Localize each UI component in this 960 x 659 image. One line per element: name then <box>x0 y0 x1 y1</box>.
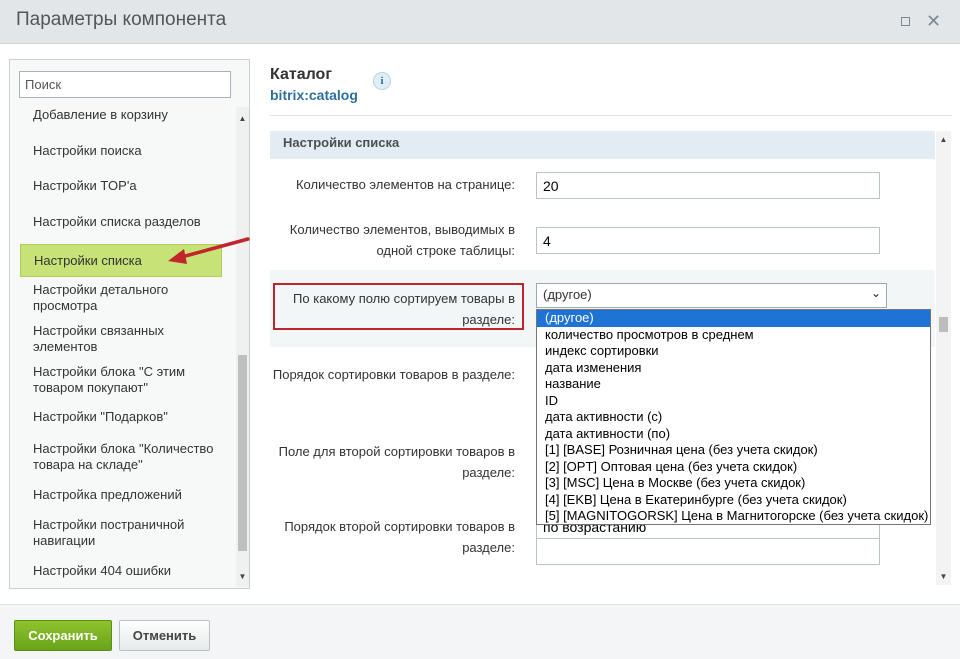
header-divider <box>270 115 952 116</box>
dropdown-option[interactable]: [3] [MSC] Цена в Москве (без учета скидо… <box>537 475 930 492</box>
dropdown-option[interactable]: (другое) <box>537 310 930 327</box>
sidebar-item-gifts[interactable]: Настройки "Подарков" <box>20 409 222 425</box>
sidebar-item-offers[interactable]: Настройка предложений <box>20 487 222 503</box>
sidebar-item-stock[interactable]: Настройки блока "Количество товара на ск… <box>20 441 222 473</box>
sidebar-list: Добавление в корзину Настройки поиска На… <box>10 107 236 587</box>
panel-scroll-up-icon[interactable]: ▲ <box>936 134 951 146</box>
sidebar-item-section-list[interactable]: Настройки списка разделов <box>20 214 222 230</box>
search-input[interactable] <box>19 71 231 98</box>
sort-order2-label: Порядок второй сортировки товаров в разд… <box>284 519 515 555</box>
dropdown-option[interactable]: [2] [OPT] Оптовая цена (без учета скидок… <box>537 459 930 476</box>
dropdown-option[interactable]: название <box>537 376 930 393</box>
dropdown-option[interactable]: ID <box>537 393 930 410</box>
sidebar-scroll-thumb[interactable] <box>238 355 247 551</box>
line-count-label: Количество элементов, выводимых в одной … <box>289 222 515 258</box>
sort-field-label: По какому полю сортируем товары в раздел… <box>293 291 515 327</box>
dropdown-option[interactable]: количество просмотров в среднем <box>537 327 930 344</box>
sidebar-item-pagination[interactable]: Настройки постраничной навигации <box>20 517 222 549</box>
component-code: bitrix:catalog <box>270 87 358 103</box>
sidebar-item-search[interactable]: Настройки поиска <box>20 143 222 159</box>
close-icon[interactable]: ✕ <box>926 12 941 30</box>
sidebar-item-404[interactable]: Настройки 404 ошибки <box>20 563 222 579</box>
sidebar-item-also-bought[interactable]: Настройки блока "С этим товаром покупают… <box>20 364 222 396</box>
dropdown-option[interactable]: дата изменения <box>537 360 930 377</box>
panel-scrollbar[interactable]: ▲ ▼ <box>936 131 951 585</box>
sort-order2-extra-input[interactable] <box>536 538 880 565</box>
window-title: Параметры компонента <box>16 9 227 30</box>
panel-scroll-thumb[interactable] <box>939 317 948 332</box>
dropdown-option[interactable]: дата активности (по) <box>537 426 930 443</box>
dropdown-option[interactable]: [4] [EKB] Цена в Екатеринбурге (без учет… <box>537 492 930 509</box>
sidebar: Добавление в корзину Настройки поиска На… <box>9 59 250 589</box>
chevron-down-icon: ⌄ <box>870 286 881 300</box>
line-count-input[interactable] <box>536 227 880 254</box>
dropdown-option[interactable]: индекс сортировки <box>537 343 930 360</box>
page-count-input[interactable] <box>536 172 880 199</box>
scroll-down-icon[interactable]: ▼ <box>236 571 249 583</box>
dialog-footer: Сохранить Отменить <box>0 604 960 659</box>
sort-field-value: (другое) <box>543 287 592 302</box>
sidebar-item-related[interactable]: Настройки связанных элементов <box>20 323 222 355</box>
sort-field2-label: Поле для второй сортировки товаров в раз… <box>278 444 515 480</box>
save-button[interactable]: Сохранить <box>14 620 112 651</box>
info-icon[interactable]: i <box>373 72 391 90</box>
cancel-button[interactable]: Отменить <box>119 620 210 651</box>
page-count-label: Количество элементов на странице: <box>295 177 515 192</box>
scroll-up-icon[interactable]: ▲ <box>236 113 249 125</box>
sort-field-select[interactable]: (другое) ⌄ <box>536 283 887 308</box>
title-bar: Параметры компонента ✕ <box>0 0 960 44</box>
sidebar-scrollbar[interactable]: ▲ ▼ <box>236 107 249 587</box>
sidebar-item-detail[interactable]: Настройки детального просмотра <box>20 282 222 314</box>
component-title: Каталог <box>270 66 332 83</box>
dropdown-option[interactable]: [1] [BASE] Розничная цена (без учета ски… <box>537 442 930 459</box>
panel-scroll-down-icon[interactable]: ▼ <box>936 571 951 583</box>
annotation-arrow <box>168 237 250 264</box>
component-header: Каталог bitrix:catalog <box>270 66 358 103</box>
section-title: Настройки списка <box>270 131 935 159</box>
maximize-icon[interactable] <box>898 14 912 28</box>
dropdown-option[interactable]: дата активности (с) <box>537 409 930 426</box>
sidebar-item-top[interactable]: Настройки TOP'а <box>20 178 222 194</box>
sort-field-dropdown: (другое) количество просмотров в среднем… <box>536 309 931 525</box>
sidebar-item-add-to-cart[interactable]: Добавление в корзину <box>20 107 222 123</box>
sort-order-label: Порядок сортировки товаров в разделе: <box>272 367 515 382</box>
dropdown-option[interactable]: [5] [MAGNITOGORSK] Цена в Магнитогорске … <box>537 508 930 525</box>
